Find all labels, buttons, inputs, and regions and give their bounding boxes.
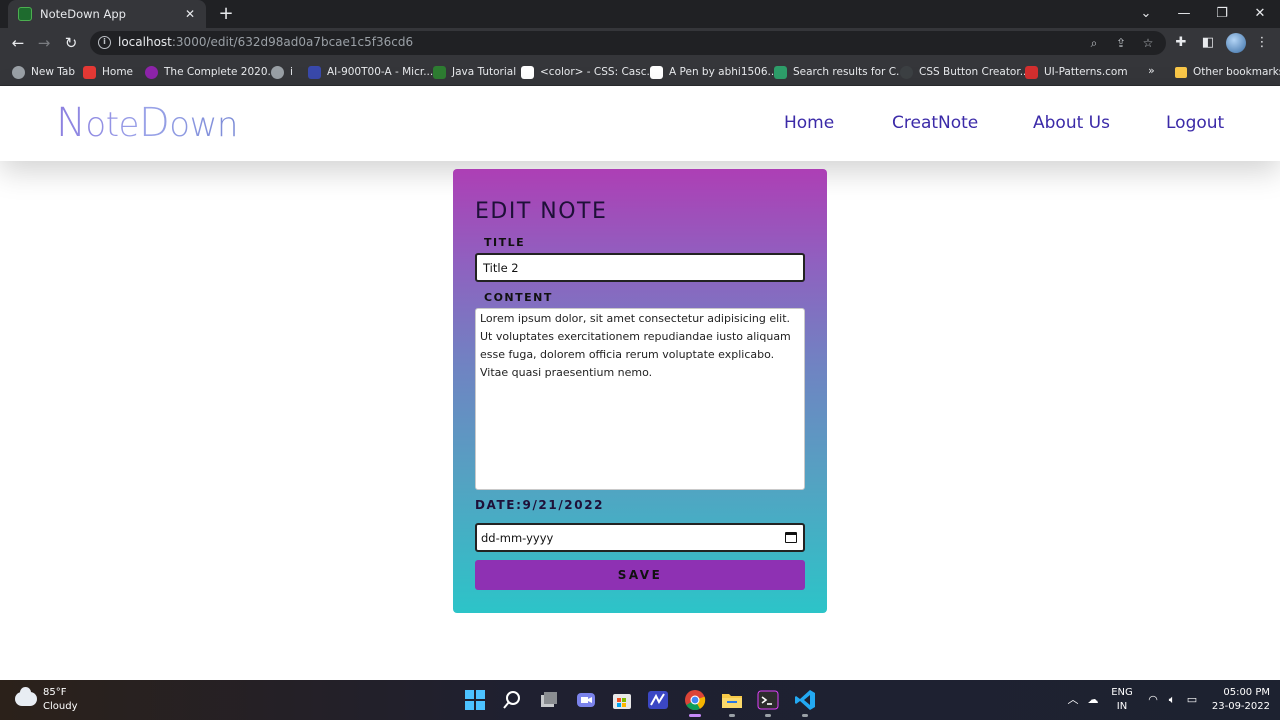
more-bookmarks-icon[interactable]: » <box>1148 64 1155 77</box>
explorer-open-indicator <box>729 714 735 717</box>
date-label: DATE:9/21/2022 <box>475 498 605 512</box>
side-panel-icon[interactable]: ◧ <box>1199 34 1217 52</box>
calendar-icon[interactable] <box>785 532 797 543</box>
close-window-button[interactable]: ✕ <box>1241 0 1279 28</box>
bookmark-item[interactable]: Java Tutorial <box>433 64 516 80</box>
teams-chat-icon[interactable] <box>575 689 597 711</box>
browser-tab-bar: NoteDown App ✕ + ⌄ — ❐ ✕ <box>0 0 1280 28</box>
restore-button[interactable]: ❐ <box>1203 0 1241 28</box>
reload-icon[interactable]: ↻ <box>61 33 81 53</box>
extensions-icon[interactable]: ✚ <box>1172 34 1190 52</box>
close-tab-icon[interactable]: ✕ <box>182 7 198 21</box>
codepen-icon <box>650 65 663 79</box>
weather-description[interactable]: Cloudy <box>43 701 77 712</box>
vscode-open-indicator <box>802 714 808 717</box>
microsoft-learn-icon <box>308 65 321 79</box>
back-icon[interactable]: ← <box>8 33 28 53</box>
bookmark-item[interactable]: AI-900T00-A - Micr... <box>308 64 433 80</box>
profile-avatar[interactable] <box>1226 33 1246 53</box>
onedrive-cloud-icon[interactable]: ☁ <box>1086 693 1100 707</box>
file-explorer-icon[interactable] <box>721 689 743 711</box>
forward-icon[interactable]: → <box>34 33 54 53</box>
vue-icon <box>774 65 787 79</box>
language-indicator[interactable]: ENG <box>1108 687 1136 698</box>
notedown-logo[interactable]: NoteDown <box>56 100 238 146</box>
volume-icon[interactable]: 🔈︎ <box>1165 693 1179 707</box>
url-text[interactable]: localhost:3000/edit/632d98ad0a7bcae1c5f3… <box>118 35 413 49</box>
ui-patterns-icon <box>1025 65 1038 79</box>
globe-icon <box>271 65 284 79</box>
site-info-icon[interactable]: i <box>98 36 111 49</box>
browser-toolbar: ← → ↻ i localhost:3000/edit/632d98ad0a7b… <box>0 28 1280 58</box>
microsoft-store-icon[interactable] <box>611 689 633 711</box>
nav-createnote-link[interactable]: CreatNote <box>892 113 978 133</box>
home-favicon-icon <box>83 65 96 79</box>
address-bar[interactable]: i localhost:3000/edit/632d98ad0a7bcae1c5… <box>90 31 1166 55</box>
edit-note-form: EDIT NOTE TITLE CONTENT Lorem ipsum dolo… <box>453 169 827 613</box>
bookmark-item[interactable]: i <box>271 64 293 80</box>
date-input[interactable]: dd-mm-yyyy <box>475 523 805 552</box>
date-placeholder: dd-mm-yyyy <box>481 531 554 545</box>
weather-temperature[interactable]: 85°F <box>43 687 66 698</box>
other-bookmarks-folder[interactable]: Other bookmarks <box>1175 64 1280 80</box>
w3schools-icon <box>433 65 446 79</box>
windows-taskbar: 85°F Cloudy ︿ ☁ ENG IN ◠ 🔈︎ ▭ 05:00 PM 2… <box>0 680 1280 720</box>
tab-title: NoteDown App <box>40 7 126 21</box>
app-icon[interactable] <box>647 689 669 711</box>
tab-search-icon[interactable]: ⌄ <box>1127 0 1165 28</box>
nav-logout-link[interactable]: Logout <box>1166 113 1224 133</box>
globe-icon <box>12 65 25 79</box>
bookmark-item[interactable]: CSS Button Creator... <box>900 64 1030 80</box>
cloud-icon[interactable] <box>15 687 37 706</box>
nav-home-link[interactable]: Home <box>784 113 834 133</box>
bookmarks-bar: New Tab Home The Complete 2020... i AI-9… <box>0 58 1280 86</box>
bookmark-item[interactable]: Home <box>83 64 133 80</box>
bookmark-star-icon[interactable]: ☆ <box>1140 35 1156 51</box>
mdn-icon <box>521 65 534 79</box>
vscode-icon[interactable] <box>794 689 816 711</box>
zoom-icon[interactable]: ⌕ <box>1086 35 1102 51</box>
browser-tab[interactable]: NoteDown App ✕ <box>8 0 206 28</box>
start-menu-icon[interactable] <box>464 689 486 711</box>
chrome-active-indicator <box>689 714 701 717</box>
clock-date[interactable]: 23-09-2022 <box>1208 701 1270 712</box>
chrome-menu-icon[interactable]: ⋮ <box>1253 34 1271 52</box>
title-input[interactable] <box>475 253 805 282</box>
search-icon[interactable] <box>501 689 523 711</box>
css-creator-icon <box>900 65 913 79</box>
terminal-open-indicator <box>765 714 771 717</box>
bookmark-item[interactable]: Search results for C... <box>774 64 906 80</box>
bookmark-item[interactable]: A Pen by abhi1506... <box>650 64 778 80</box>
minimize-button[interactable]: — <box>1165 0 1203 28</box>
share-icon[interactable]: ⇪ <box>1113 35 1129 51</box>
clock-time[interactable]: 05:00 PM <box>1208 687 1270 698</box>
app-navbar: NoteDown Home CreatNote About Us Logout <box>0 86 1280 161</box>
chrome-icon[interactable] <box>684 689 706 711</box>
title-label: TITLE <box>484 236 526 249</box>
bookmark-item[interactable]: The Complete 2020... <box>145 64 278 80</box>
form-heading: EDIT NOTE <box>475 199 608 224</box>
course-favicon-icon <box>145 65 158 79</box>
wifi-icon[interactable]: ◠ <box>1146 693 1160 707</box>
content-label: CONTENT <box>484 291 553 304</box>
battery-icon[interactable]: ▭ <box>1185 693 1199 707</box>
terminal-icon[interactable] <box>757 689 779 711</box>
bookmark-item[interactable]: New Tab <box>12 64 75 80</box>
task-view-icon[interactable] <box>538 689 560 711</box>
content-textarea[interactable]: Lorem ipsum dolor, sit amet consectetur … <box>475 308 805 490</box>
folder-icon <box>1175 66 1187 78</box>
app-favicon-icon <box>18 7 32 21</box>
bookmark-item[interactable]: UI-Patterns.com <box>1025 64 1128 80</box>
save-button[interactable]: SAVE <box>475 560 805 590</box>
region-indicator[interactable]: IN <box>1108 701 1136 712</box>
chevron-up-icon[interactable]: ︿ <box>1066 693 1080 707</box>
nav-about-link[interactable]: About Us <box>1033 113 1110 133</box>
new-tab-button[interactable]: + <box>216 4 236 24</box>
bookmark-item[interactable]: <color> - CSS: Casc... <box>521 64 656 80</box>
